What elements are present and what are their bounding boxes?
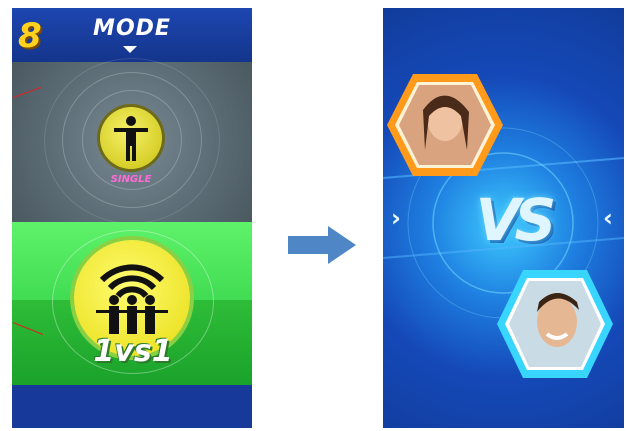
- player-one-portrait: [387, 74, 503, 176]
- transition-arrow-icon: [288, 226, 356, 264]
- 1vs1-mode-label: 1vs1: [93, 334, 173, 369]
- caret-down-icon: [123, 46, 137, 53]
- versus-label: VS: [475, 186, 557, 254]
- player-two-portrait: [497, 270, 613, 378]
- mode-select-screen: 8 MODE SINGLE 1vs1: [12, 8, 252, 428]
- versus-screen: › ‹ VS: [383, 8, 624, 428]
- single-player-icon: [100, 107, 162, 169]
- chevron-right-icon: ›: [391, 204, 401, 232]
- bottom-strip: [12, 385, 252, 428]
- mode-card-single[interactable]: SINGLE: [12, 58, 252, 224]
- red-arrow-annotation: [12, 86, 42, 99]
- level-number: 8: [18, 16, 42, 56]
- chevron-left-icon: ‹: [603, 204, 613, 232]
- header-bar: 8 MODE: [12, 8, 252, 62]
- person-icon: [114, 116, 148, 161]
- single-mode-label: SINGLE: [110, 174, 152, 185]
- mode-title: MODE: [93, 16, 171, 41]
